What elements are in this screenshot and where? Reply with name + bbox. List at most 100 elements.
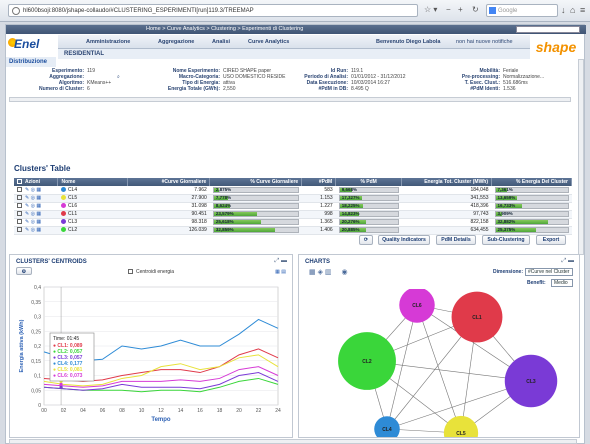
top-bar: Home > Curve Analytics > Clustering > Es… [6,25,586,34]
energy-centroids-label: Centroidi energia [136,269,175,275]
bar-icon[interactable]: ▥ [325,269,332,276]
row-checkbox[interactable] [17,186,22,192]
col-pdm[interactable]: #PdM [301,178,337,186]
centroids-panel: CLUSTERS' CENTROIDS ⤢ ▬ ⚙ Centroidi ener… [9,254,293,438]
curves-pct-text: 23,579% [215,211,234,216]
col-energy-pct[interactable]: % Energia Del Cluster [491,178,572,186]
x-tick-label: 16 [197,408,203,414]
y-tick-label: 0,3 [34,315,41,321]
row-actions: ✎ ◎ ▦ [14,186,58,195]
table-icon[interactable]: ▦ [36,187,41,193]
table-row[interactable]: ✎ ◎ ▦ CL5 27.900 7,778% 1.153 17,327% 341,553 1… [14,194,572,203]
energy-centroids-checkbox[interactable] [128,269,133,275]
network-icon[interactable]: ◈ [318,269,323,276]
pdm-pct-text: 14,823% [341,211,360,216]
energy-pct-text: 32,882% [497,219,516,224]
energy-pct-bar: 16,733% [494,203,569,209]
row-checkbox[interactable] [17,227,22,233]
col-curve-pct[interactable]: % Curve Giornaliere [209,178,303,186]
chart-view-buttons[interactable]: ▦ ◈ ▥ ◉ [309,268,348,276]
pdm-pct-text: 20,885% [341,227,360,232]
search-box[interactable]: Google [486,4,558,17]
menu-item-curve-analytics[interactable]: Curve Analytics [248,39,289,45]
menu-item-aggregazione[interactable]: Aggregazione [158,39,194,45]
col-pdm-pct[interactable]: % PdM [335,178,403,186]
panel-controls-icon[interactable]: ⤢ ▬ [562,258,574,265]
plus-icon[interactable]: + [458,5,463,14]
info-horizontal-scrollbar[interactable] [9,97,571,102]
energy-pct-cell: 16,733% [491,202,572,211]
row-checkbox[interactable] [17,211,22,217]
pdm-details-button[interactable]: PdM Details [436,235,476,245]
pdm-cell: 1.365 [301,218,336,227]
row-checkbox[interactable] [17,195,22,201]
menu-item-analisi[interactable]: Analisi [212,39,230,45]
refresh-button[interactable]: ⟳ [359,235,373,245]
table-row[interactable]: ✎ ◎ ▦ CL1 90.451 23,579% 998 14,823% 97,743 3,9… [14,210,572,219]
table-row[interactable]: ✎ ◎ ▦ CL6 31.098 8,624% 1.227 18,225% 418,396 1… [14,202,572,211]
table-icon[interactable]: ▦ [36,195,41,201]
pdm-pct-cell: 9,668% [335,186,402,195]
x-tick-label: 22 [256,408,262,414]
table-row[interactable]: ✎ ◎ ▦ CL3 98.318 25,618% 1.365 20,276% 822,158… [14,218,572,227]
reload-icon[interactable]: ↻ [472,5,479,14]
sub-clustering-button[interactable]: Sub-Clustering [482,235,530,245]
table-row[interactable]: ✎ ◎ ▦ CL2 126.039 32,859% 1.406 20,885% 634,45… [14,226,572,235]
menu-icon[interactable]: ≡ [580,5,585,15]
search-icon[interactable]: ⌕ [117,74,120,80]
clusters-table: Azioni Nome #Curve Giornaliere % Curve G… [14,178,572,235]
notifications-link[interactable]: non hai nuove notifiche [456,39,513,45]
minus-icon[interactable]: − [446,5,451,14]
curves-pct-text: 32,859% [215,227,234,232]
cluster-color-dot [60,219,66,225]
menu-item-amministrazione[interactable]: Amministrazione [86,39,130,45]
x-axis-title: Tempo [151,417,171,423]
energy-pct-bar: 13,659% [494,195,569,201]
curves-cell: 126.039 [127,226,210,235]
pdm-pct-cell: 18,225% [335,202,402,211]
google-icon [489,7,496,14]
table-icon[interactable]: ▦ [36,227,41,233]
x-tick-label: 18 [217,408,223,414]
pdr-ident-value: 1.536 [503,86,516,92]
total-energy-label: Energia Totale (GWh): [167,86,220,92]
row-actions: ✎ ◎ ▦ [14,218,58,227]
download-icon[interactable]: ↓ [561,5,566,15]
table-row[interactable]: ✎ ◎ ▦ CL4 7.962 2,875% 583 9,668% 184,048 7,361… [14,186,572,195]
bottom-horizontal-scrollbar[interactable] [9,439,577,444]
top-dropdown[interactable] [516,26,580,33]
address-bar[interactable]: hl600bsoji:8080/jshape-collaudo/#CLUSTER… [8,4,418,17]
table-icon[interactable]: ▦ [36,203,41,209]
pdm-pct-text: 17,327% [341,195,360,200]
energy-pct-bar: 32,882% [494,219,569,225]
search-placeholder: Google [498,8,518,14]
rank-select[interactable]: Medio [551,279,573,287]
home-icon[interactable]: ⌂ [570,5,575,15]
pdm-cell: 1.153 [301,194,336,203]
export-button[interactable]: Export [536,235,566,245]
col-azioni[interactable]: Azioni [14,178,59,186]
cluster-color-dot [60,203,66,209]
dropdown-arrow-icon[interactable]: ☆ ▾ [424,5,437,14]
rank-label: Beneflt: [527,280,546,286]
logo-text: Enel [14,37,40,51]
quality-indicators-button[interactable]: Quality Indicators [378,235,430,245]
dimension-select[interactable]: #Curve nel Cluster [525,268,573,276]
energy-centroids-toggle[interactable]: Centroidi energia [128,269,174,275]
page-vertical-scrollbar[interactable] [578,59,584,255]
table-icon[interactable]: ▦ [36,211,41,217]
col-curve[interactable]: #Curve Giornaliere [127,178,211,186]
col-nome[interactable]: Nome [57,178,129,186]
table-icon[interactable]: ▦ [36,219,41,225]
chart-type-icons[interactable]: ▦ ▤ [275,269,286,275]
panel-controls-icon[interactable]: ⤢ ▬ [275,258,287,265]
treemap-icon[interactable]: ▦ [309,269,316,276]
row-checkbox[interactable] [17,203,22,209]
gear-icon: ⚙ [21,269,27,275]
col-energy[interactable]: Energia Tot. Cluster (MWh) [401,178,493,186]
select-all-checkbox[interactable] [17,179,22,185]
row-checkbox[interactable] [17,219,22,225]
pie-icon[interactable]: ◉ [342,269,348,276]
settings-button[interactable]: ⚙ [16,267,32,275]
pdm-pct-cell: 17,327% [335,194,402,203]
